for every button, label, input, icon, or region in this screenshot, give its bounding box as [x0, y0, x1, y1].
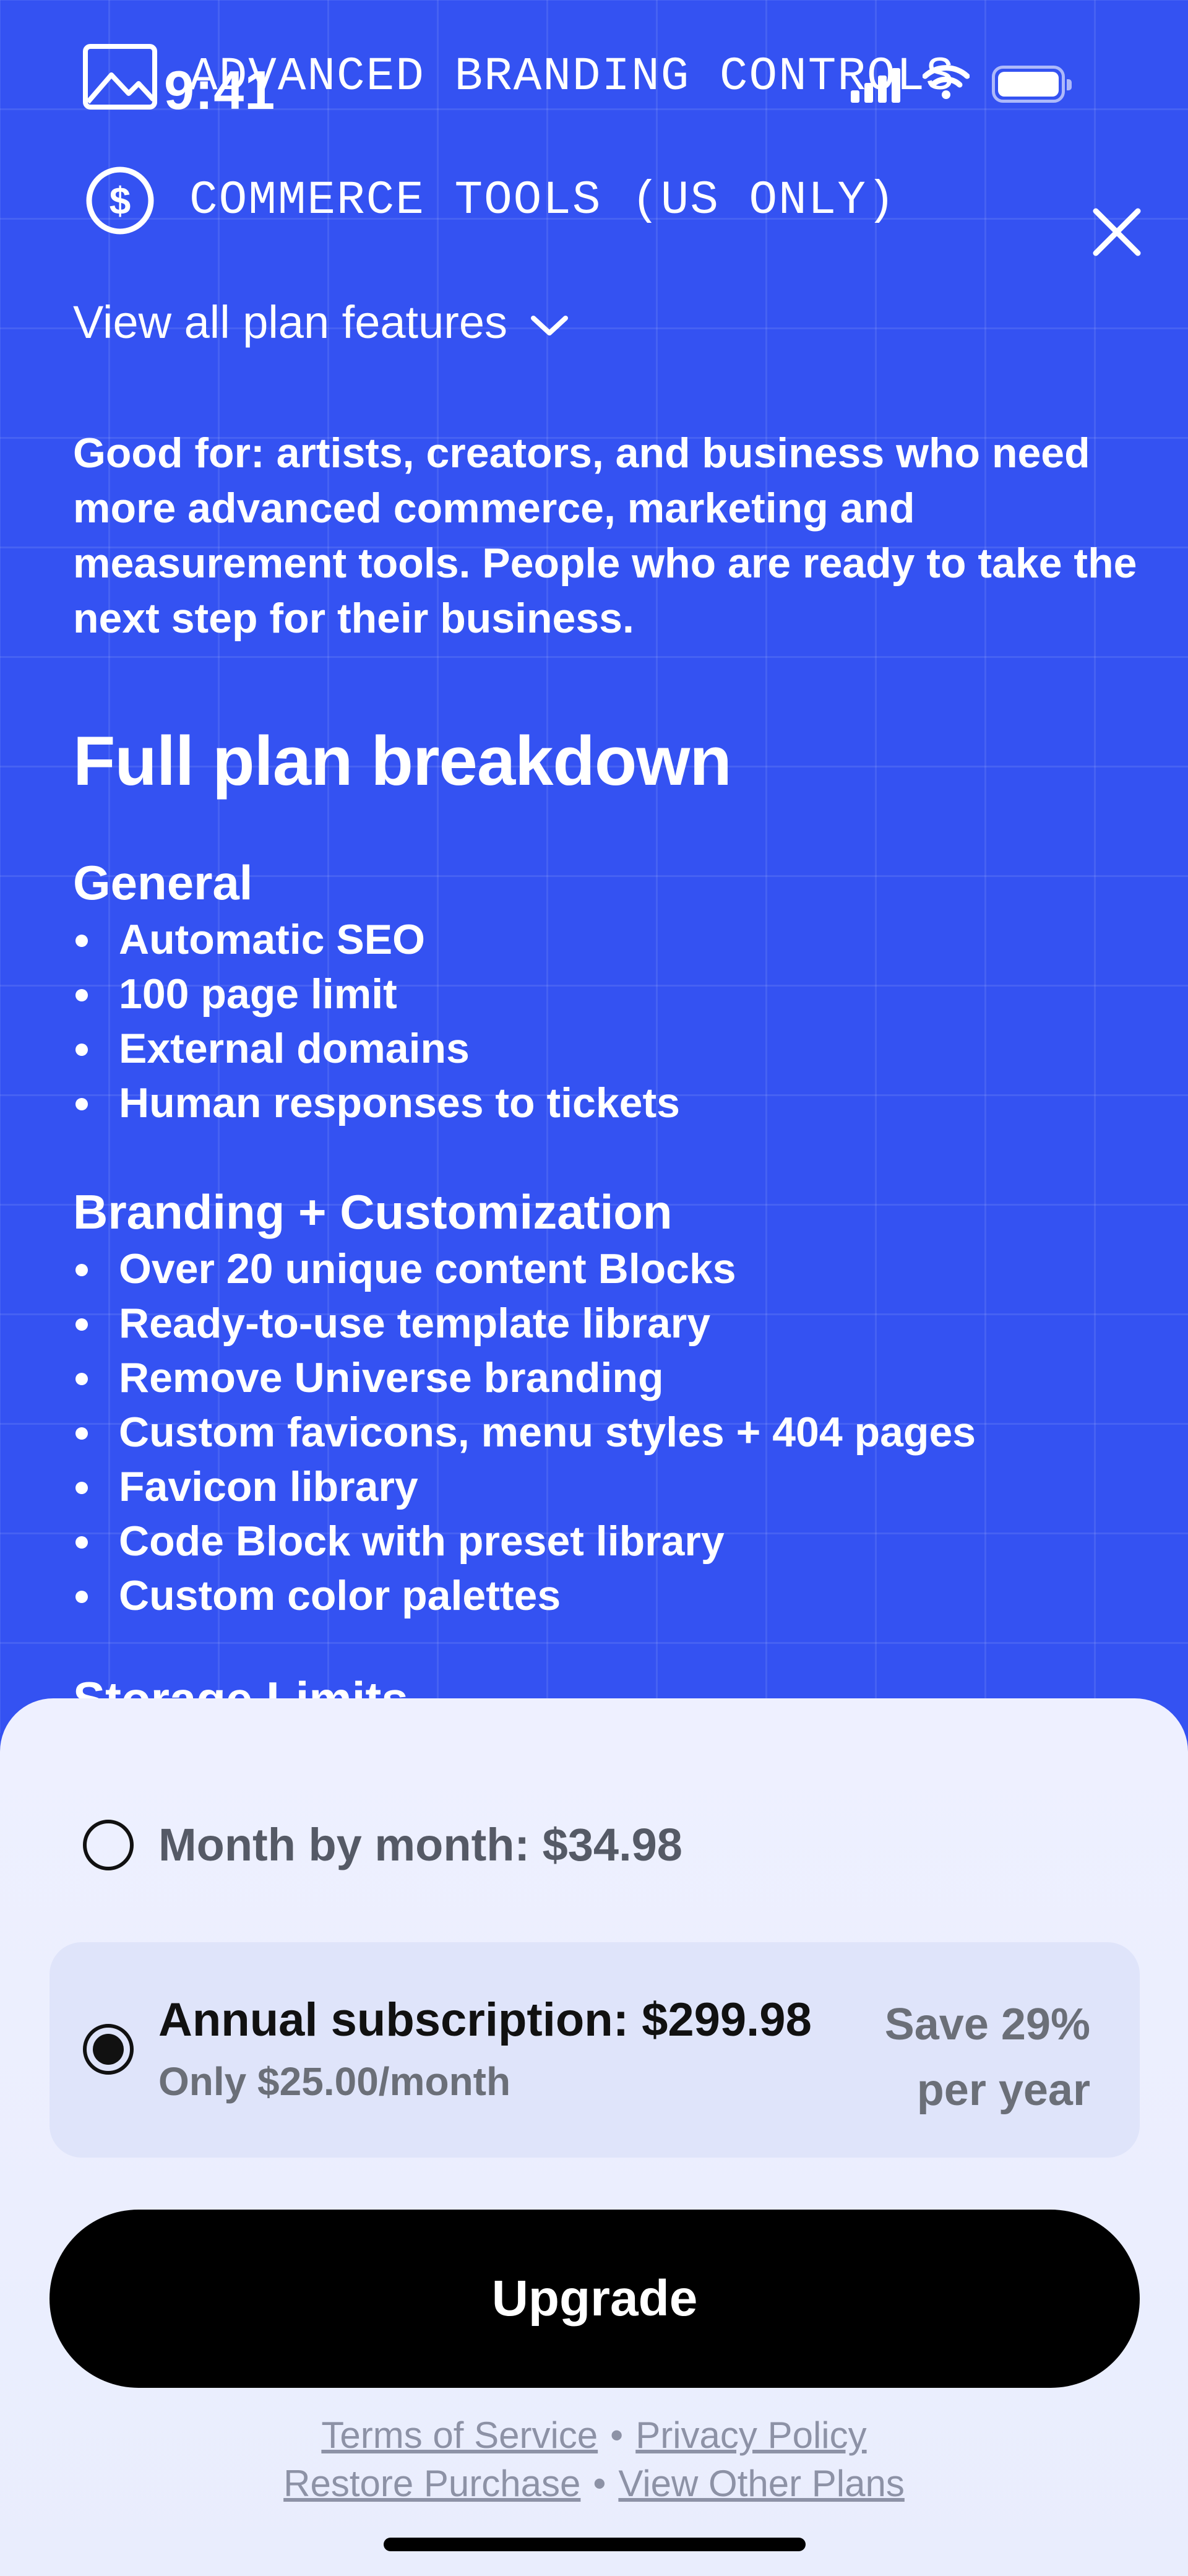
separator: • — [593, 2463, 606, 2504]
list-item: Remove Universe branding — [73, 1351, 1162, 1405]
list-item: Code Block with preset library — [73, 1514, 1162, 1568]
list-item: Favicon library — [73, 1459, 1162, 1514]
wifi-icon — [922, 65, 970, 103]
svg-text:$: $ — [110, 180, 131, 223]
upgrade-button[interactable]: Upgrade — [50, 2210, 1140, 2388]
savings-line-2: per year — [916, 2065, 1090, 2115]
list-item: Ready-to-use template library — [73, 1296, 1162, 1351]
chevron-down-icon — [530, 296, 569, 348]
section-heading: Branding + Customization — [73, 1185, 673, 1239]
view-all-label: View all plan features — [73, 296, 508, 348]
list-item: 100 page limit — [73, 967, 1162, 1021]
savings-badge: Save 29% per year — [885, 1992, 1090, 2123]
section-branding-customization: Branding + Customization Over 20 unique … — [73, 1182, 1162, 1623]
home-indicator — [384, 2538, 806, 2551]
list-item: Human responses to tickets — [73, 1076, 1162, 1130]
list-item: Custom favicons, menu styles + 404 pages — [73, 1405, 1162, 1459]
savings-line-1: Save 29% — [884, 2000, 1090, 2049]
breakdown-title: Full plan breakdown — [73, 722, 732, 800]
view-all-features-toggle[interactable]: View all plan features — [73, 296, 569, 348]
terms-link[interactable]: Terms of Service — [321, 2414, 598, 2456]
close-button[interactable] — [1086, 201, 1148, 263]
list-item: Over 20 unique content Blocks — [73, 1242, 1162, 1296]
feature-commerce-tools: $ COMMERCE TOOLS (US ONLY) — [82, 162, 897, 239]
list-item: Automatic SEO — [73, 912, 1162, 967]
battery-icon — [992, 65, 1072, 103]
plan-option-subtext: Only $25.00/month — [158, 2059, 511, 2104]
status-icons — [851, 65, 1072, 103]
restore-purchase-link[interactable]: Restore Purchase — [283, 2463, 580, 2504]
dollar-circle-icon: $ — [82, 162, 158, 239]
separator: • — [610, 2414, 624, 2456]
section-general: General Automatic SEO 100 page limit Ext… — [73, 853, 1162, 1130]
status-time: 9:41 — [164, 59, 276, 121]
footer-links-row-1: Terms of Service • Privacy Policy — [0, 2414, 1188, 2457]
plan-option-month[interactable]: Month by month: $34.98 — [83, 1818, 682, 1871]
plan-option-label: Month by month: $34.98 — [158, 1819, 682, 1870]
plan-option-label: Annual subscription: $299.98 — [158, 1994, 812, 2046]
radio-button-selected[interactable] — [83, 2024, 134, 2075]
footer-links-row-2: Restore Purchase • View Other Plans — [0, 2462, 1188, 2505]
close-icon — [1093, 208, 1141, 256]
feature-label: COMMERCE TOOLS (US ONLY) — [189, 174, 897, 227]
section-heading: General — [73, 855, 253, 910]
list-item: External domains — [73, 1021, 1162, 1076]
plan-option-annual[interactable]: Annual subscription: $299.98 Only $25.00… — [50, 1942, 1140, 2158]
privacy-link[interactable]: Privacy Policy — [635, 2414, 866, 2456]
list-item: Custom color palettes — [73, 1568, 1162, 1623]
status-bar: 9:41 — [0, 0, 1188, 121]
good-for-description: Good for: artists, creators, and busines… — [73, 430, 1137, 642]
view-other-plans-link[interactable]: View Other Plans — [618, 2463, 904, 2504]
radio-button[interactable] — [83, 1819, 134, 1870]
signal-icon — [851, 66, 900, 103]
